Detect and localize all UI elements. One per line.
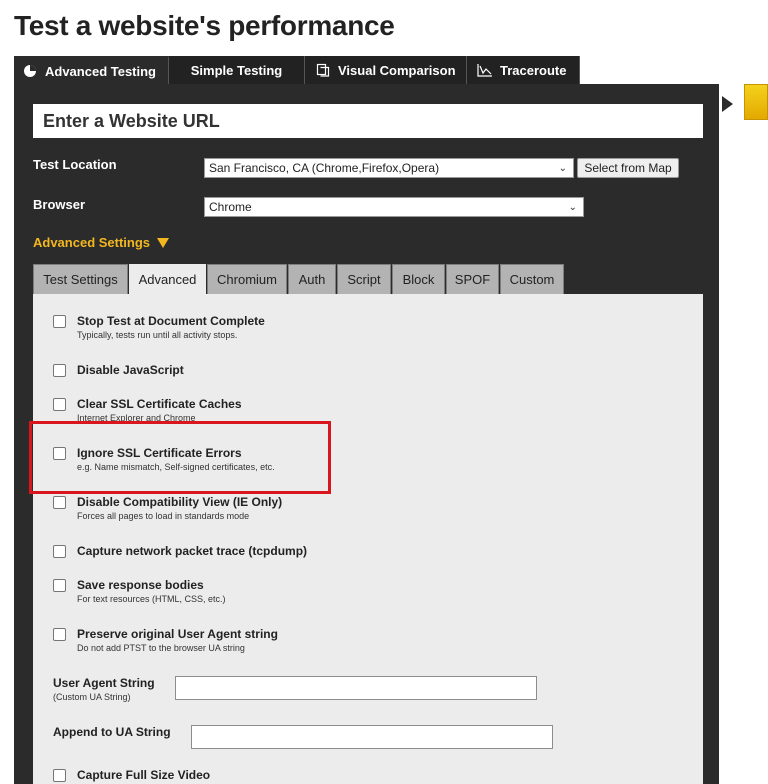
tab-label: Traceroute <box>500 62 567 78</box>
advanced-settings-label: Advanced Settings <box>33 235 151 250</box>
tab-advanced-testing[interactable]: Advanced Testing <box>14 56 169 84</box>
checkbox[interactable] <box>53 545 66 558</box>
page-title: Test a website's performance <box>14 10 395 41</box>
triangle-down-icon <box>157 237 170 248</box>
checkbox[interactable] <box>53 398 66 411</box>
main-tabs: Advanced Testing Simple Testing Visual C… <box>14 56 580 84</box>
chevron-down-icon: ⌄ <box>568 201 577 213</box>
checkbox[interactable] <box>53 315 66 328</box>
tab-visual-comparison[interactable]: Visual Comparison <box>305 56 467 84</box>
browser-value: Chrome <box>209 200 252 214</box>
option-title: Clear SSL Certificate Caches <box>77 397 242 411</box>
tab-spof[interactable]: SPOF <box>446 264 499 294</box>
checkbox[interactable] <box>53 364 66 377</box>
option-title: Save response bodies <box>77 578 204 592</box>
user-agent-label: User Agent String <box>53 676 155 690</box>
option-description: Typically, tests run until all activity … <box>77 330 238 340</box>
side-badge <box>744 84 768 120</box>
option-description: Forces all pages to load in standards mo… <box>77 511 250 521</box>
option-title: Preserve original User Agent string <box>77 627 278 641</box>
tab-auth[interactable]: Auth <box>288 264 336 294</box>
option-title: Capture Full Size Video <box>77 768 211 782</box>
user-agent-input[interactable] <box>175 676 537 700</box>
user-agent-sublabel: (Custom UA String) <box>53 692 131 702</box>
tab-simple-testing[interactable]: Simple Testing <box>169 56 305 84</box>
tab-label: Advanced Testing <box>45 63 157 79</box>
option-title: Stop Test at Document Complete <box>77 314 265 328</box>
option-description: For text resources (HTML, CSS, etc.) <box>77 594 226 604</box>
option-description: Do not add PTST to the browser UA string <box>77 643 245 653</box>
append-ua-input[interactable] <box>191 725 553 749</box>
advanced-settings-toggle[interactable]: Advanced Settings <box>33 235 170 250</box>
checkbox[interactable] <box>53 579 66 592</box>
tab-custom[interactable]: Custom <box>500 264 564 294</box>
checkbox[interactable] <box>53 769 66 782</box>
tab-chromium[interactable]: Chromium <box>207 264 287 294</box>
tab-traceroute[interactable]: Traceroute <box>467 56 580 84</box>
tab-test-settings[interactable]: Test Settings <box>33 264 128 294</box>
panel-pointer-arrow <box>722 96 733 112</box>
option-title: Capture network packet trace (tcpdump) <box>77 544 308 558</box>
tab-label: Visual Comparison <box>338 62 456 78</box>
tab-block[interactable]: Block <box>392 264 445 294</box>
test-location-label: Test Location <box>33 157 117 172</box>
tab-label: Simple Testing <box>190 62 283 78</box>
test-location-value: San Francisco, CA (Chrome,Firefox,Opera) <box>209 161 440 175</box>
tab-script[interactable]: Script <box>337 264 391 294</box>
chevron-down-icon: ⌄ <box>558 162 567 174</box>
select-from-map-button[interactable]: Select from Map <box>577 158 679 178</box>
test-location-select[interactable]: San Francisco, CA (Chrome,Firefox,Opera)… <box>204 158 574 178</box>
option-title: Disable JavaScript <box>77 363 184 377</box>
tab-advanced[interactable]: Advanced <box>129 264 206 294</box>
pie-chart-icon <box>22 63 38 79</box>
option-title: Disable Compatibility View (IE Only) <box>77 495 283 509</box>
settings-tabs: Test Settings Advanced Chromium Auth Scr… <box>33 264 565 294</box>
url-input[interactable]: Enter a Website URL <box>33 104 703 138</box>
document-copy-icon <box>315 62 331 78</box>
checkbox[interactable] <box>53 628 66 641</box>
browser-select[interactable]: Chrome ⌄ <box>204 197 584 217</box>
checkbox[interactable] <box>53 496 66 509</box>
highlight-box <box>29 421 331 494</box>
traceroute-icon <box>477 62 493 78</box>
append-ua-label: Append to UA String <box>53 725 171 739</box>
browser-label: Browser <box>33 197 86 212</box>
